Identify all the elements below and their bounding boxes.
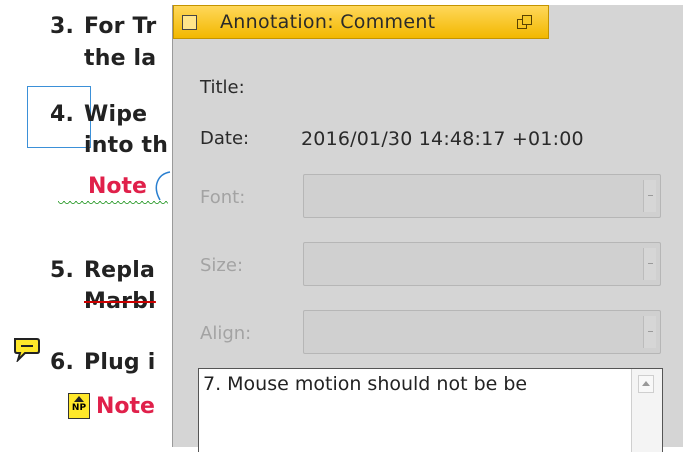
list-text: Wipe	[84, 102, 148, 127]
note-label: Note	[96, 394, 155, 419]
list-text: Repla	[84, 258, 155, 283]
font-label: Font:	[200, 187, 246, 208]
chevron-down-icon[interactable]	[643, 248, 656, 280]
size-label: Size:	[200, 255, 244, 276]
comment-marker-icon[interactable]	[12, 336, 42, 362]
list-number: 6.	[50, 350, 75, 375]
list-text: For Tr	[84, 14, 157, 39]
np-label: NP	[71, 403, 87, 413]
list-number: 5.	[50, 258, 75, 283]
list-item-5: 5. Repla	[50, 258, 155, 283]
vertical-scrollbar[interactable]	[631, 369, 662, 452]
window-menu-icon[interactable]	[182, 15, 197, 30]
ink-annotation	[155, 171, 171, 201]
list-item-6: 6. Plug i	[50, 350, 155, 375]
restore-icon[interactable]	[517, 15, 533, 31]
list-item-3: 3. For Tr	[50, 14, 156, 39]
chevron-down-icon[interactable]	[643, 316, 656, 348]
align-label: Align:	[200, 323, 252, 344]
window-title: Annotation: Comment	[220, 11, 436, 33]
list-item-5-line2: Marbl	[84, 289, 156, 314]
up-arrow-icon	[74, 396, 84, 402]
date-value: 2016/01/30 14:48:17 +01:00	[301, 128, 584, 150]
list-item-4: 4. Wipe	[50, 102, 147, 127]
annotation-window: Annotation: Comment Title: Date: 2016/01…	[172, 5, 683, 452]
comment-textarea[interactable]: 7. Mouse motion should not be be	[198, 368, 663, 452]
list-item-4-line2: into th	[84, 133, 169, 158]
np-note-icon[interactable]: NP	[68, 393, 90, 419]
size-select[interactable]	[303, 242, 661, 286]
list-text: Plug i	[84, 350, 156, 375]
date-label: Date:	[200, 128, 250, 149]
font-select[interactable]	[303, 174, 661, 218]
chevron-down-icon[interactable]	[643, 180, 656, 212]
title-label: Title:	[200, 77, 245, 98]
annotation-titlebar[interactable]: Annotation: Comment	[173, 5, 549, 39]
list-item-3-line2: the la	[84, 46, 157, 71]
align-select[interactable]	[303, 310, 661, 354]
comment-text: 7. Mouse motion should not be be	[203, 373, 528, 395]
list-number: 4.	[50, 102, 75, 127]
scroll-up-icon[interactable]	[638, 375, 654, 393]
note-label: Note	[88, 174, 147, 199]
list-number: 3.	[50, 14, 75, 39]
